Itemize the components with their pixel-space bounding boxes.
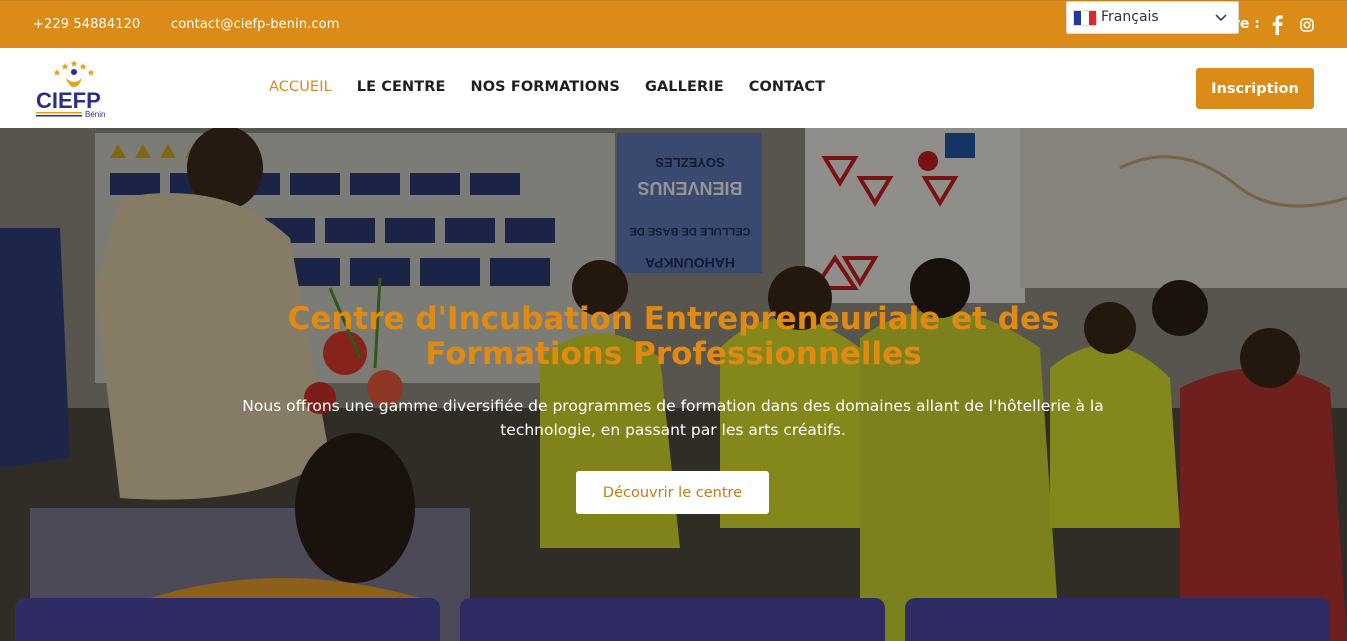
hero-title-line1: Centre d'Incubation Entrepreneuriale et … bbox=[287, 301, 1060, 337]
language-selected: Français bbox=[1101, 9, 1159, 25]
feature-card-1 bbox=[15, 598, 440, 641]
feature-card-3 bbox=[905, 598, 1330, 641]
logo-subtext: Bénin bbox=[85, 110, 105, 119]
discover-center-button[interactable]: Découvrir le centre bbox=[576, 471, 769, 514]
hero-subtitle: Nous offrons une gamme diversifiée de pr… bbox=[238, 394, 1108, 442]
nav-le-centre[interactable]: LE CENTRE bbox=[357, 79, 446, 95]
main-nav: ACCUEIL LE CENTRE NOS FORMATIONS GALLERI… bbox=[269, 79, 825, 95]
chevron-down-icon bbox=[1215, 14, 1227, 22]
french-flag-icon bbox=[1073, 10, 1097, 26]
feature-card-2 bbox=[460, 598, 885, 641]
hero-title-line2: Formations Professionnelles bbox=[425, 336, 922, 372]
hero-title: Centre d'Incubation Entrepreneuriale et … bbox=[0, 302, 1347, 372]
email-link[interactable]: contact@ciefp-benin.com bbox=[171, 17, 339, 32]
hero-overlay bbox=[0, 128, 1347, 641]
hero-subtitle-line2: technologie, en passant par les arts cré… bbox=[500, 421, 846, 439]
top-bar: +229 54884120 contact@ciefp-benin.com re… bbox=[0, 0, 1347, 48]
instagram-icon[interactable] bbox=[1300, 18, 1314, 32]
ciefp-logo[interactable]: CIEFP Bénin bbox=[33, 56, 115, 120]
facebook-icon[interactable] bbox=[1270, 15, 1284, 35]
nav-gallerie[interactable]: GALLERIE bbox=[645, 79, 724, 95]
site-header: CIEFP Bénin ACCUEIL LE CENTRE NOS FORMAT… bbox=[0, 48, 1347, 128]
hero-section: SOYEZLES BIENVENUS CELLULE DE BASE DE HA… bbox=[0, 128, 1347, 641]
language-select[interactable]: Français bbox=[1066, 1, 1239, 34]
hero-subtitle-line1: Nous offrons une gamme diversifiée de pr… bbox=[242, 397, 1104, 415]
nav-accueil[interactable]: ACCUEIL bbox=[269, 79, 332, 95]
nav-nos-formations[interactable]: NOS FORMATIONS bbox=[471, 79, 620, 95]
phone-number[interactable]: +229 54884120 bbox=[33, 17, 140, 32]
inscription-button[interactable]: Inscription bbox=[1196, 68, 1314, 109]
nav-contact[interactable]: CONTACT bbox=[749, 79, 825, 95]
